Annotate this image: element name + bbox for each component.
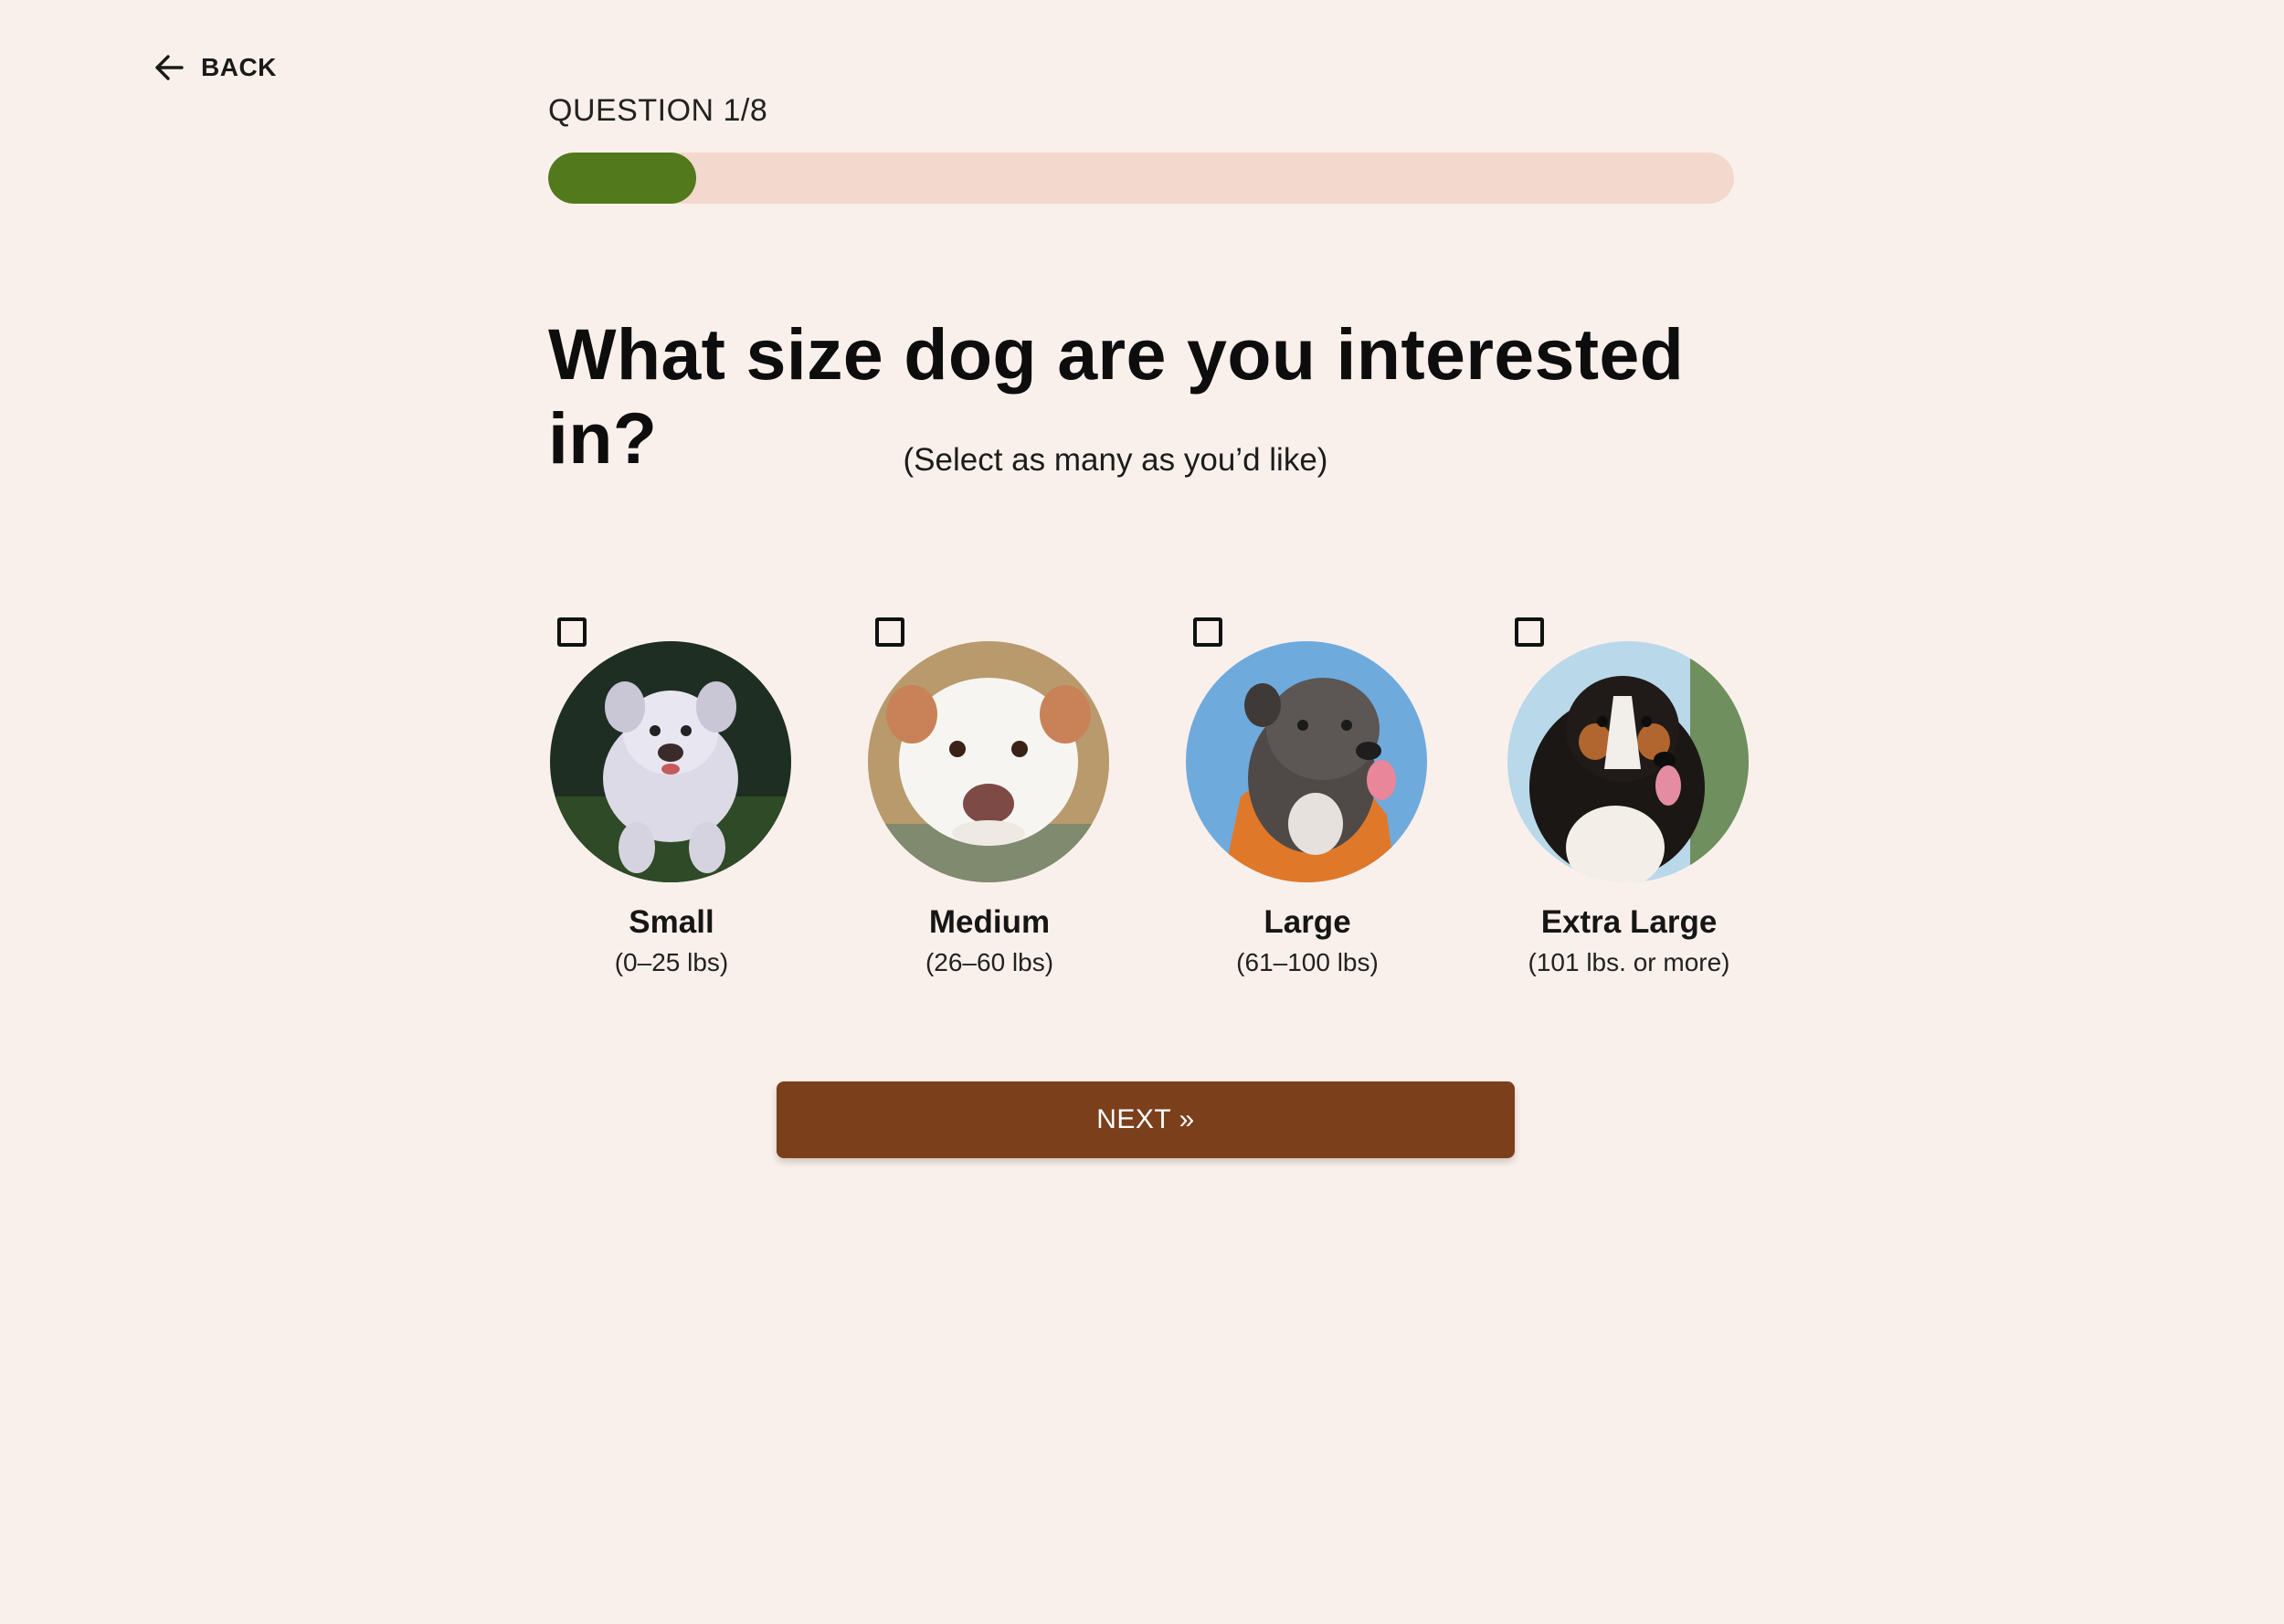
checkbox-extra-large[interactable] [1515,617,1544,647]
option-extra-large[interactable]: Extra Large (101 lbs. or more) [1506,614,1752,997]
progress-fill [548,153,697,204]
option-large[interactable]: Large (61–100 lbs) [1184,614,1431,997]
option-weight-range: (26–60 lbs) [925,948,1054,976]
next-button[interactable]: NEXT » [777,1081,1515,1158]
option-name: Medium [928,904,1051,940]
option-weight-range: (61–100 lbs) [1236,948,1379,976]
option-name: Large [1264,904,1351,940]
question-subtitle: (Select as many as you’d like) [903,442,1328,478]
option-small[interactable]: Small (0–25 lbs) [548,614,795,997]
back-button[interactable]: BACK [153,53,277,82]
option-name: Small [629,904,714,940]
checkbox-medium[interactable] [875,617,904,647]
progress-section: QUESTION 1/8 [548,93,1734,204]
option-weight-range: (0–25 lbs) [614,948,729,976]
option-medium[interactable]: Medium (26–60 lbs) [866,614,1113,997]
checkbox-small[interactable] [557,617,587,647]
back-label: BACK [201,53,277,81]
question-counter: QUESTION 1/8 [548,93,768,128]
extra-large-dog-photo [1507,641,1749,882]
option-name: Extra Large [1540,904,1718,940]
small-dog-photo [550,641,791,882]
large-dog-photo [1186,641,1427,882]
progress-bar [548,153,1734,204]
arrow-left-icon [153,54,185,81]
size-options: Small (0–25 lbs) Medium (26–60 lbs) Larg… [548,614,1754,997]
medium-dog-photo [868,641,1109,882]
checkbox-large[interactable] [1193,617,1222,647]
option-weight-range: (101 lbs. or more) [1528,948,1730,976]
